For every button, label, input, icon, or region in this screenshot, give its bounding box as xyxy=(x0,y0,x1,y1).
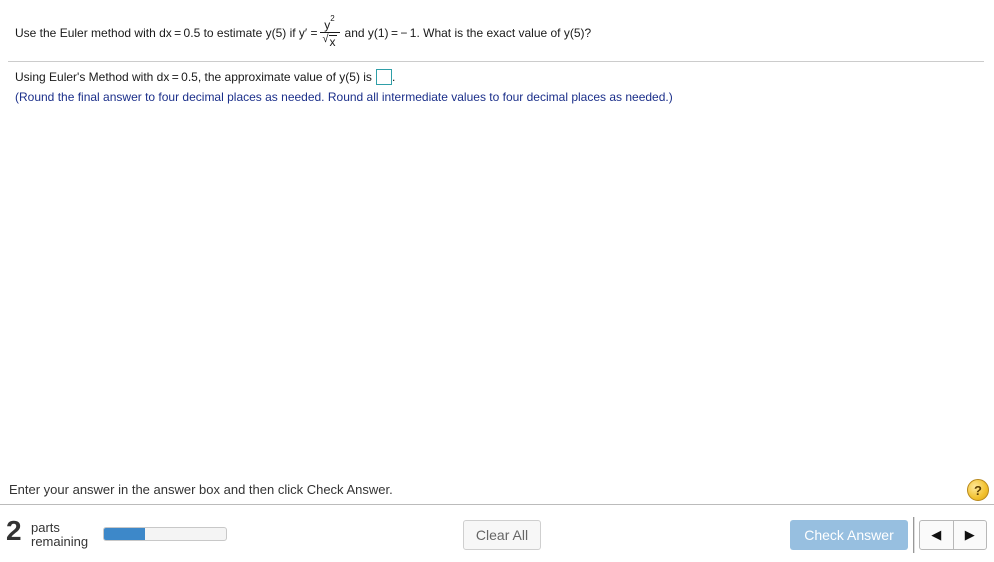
question-page: Use the Euler method with dx = 0.5 to es… xyxy=(0,0,994,562)
nav-separator xyxy=(913,517,915,553)
parts-label-line2: remaining xyxy=(31,534,89,549)
derivative-fraction: y2 √ x xyxy=(319,15,340,48)
question-nav: ◀ ▶ xyxy=(919,520,987,550)
question-mark-icon[interactable]: ? xyxy=(967,479,989,501)
fraction-denominator: √ x xyxy=(323,33,337,48)
parts-remaining-label: parts remaining xyxy=(31,521,88,549)
answer-lead-text: Using Euler's Method with dx = 0.5, the … xyxy=(15,70,372,84)
radicand: x xyxy=(328,35,337,49)
question-suffix: and y(1) = − 1. What is the exact value … xyxy=(344,26,592,40)
parts-count: 2 xyxy=(6,515,22,546)
parts-label-line1: parts xyxy=(31,520,60,535)
check-answer-button[interactable]: Check Answer xyxy=(790,520,908,550)
answer-line: Using Euler's Method with dx = 0.5, the … xyxy=(15,69,395,85)
question-prefix: Use the Euler method with dx = 0.5 to es… xyxy=(15,26,318,40)
progress-fill xyxy=(104,528,146,540)
answer-input[interactable] xyxy=(375,69,392,85)
answer-trail-text: . xyxy=(391,70,396,84)
triangle-left-icon[interactable]: ◀ xyxy=(920,521,953,549)
footer-hint: Enter your answer in the answer box and … xyxy=(9,482,393,497)
clear-all-button[interactable]: Clear All xyxy=(463,520,541,550)
question-divider xyxy=(8,61,984,62)
question-text: Use the Euler method with dx = 0.5 to es… xyxy=(15,8,591,58)
numerator-exponent: 2 xyxy=(330,14,335,23)
rounding-instructions: (Round the final answer to four decimal … xyxy=(15,90,673,104)
parts-progress-bar xyxy=(103,527,227,541)
footer-divider xyxy=(0,504,994,505)
triangle-right-icon[interactable]: ▶ xyxy=(952,521,987,549)
fraction-numerator: y2 xyxy=(322,15,336,32)
